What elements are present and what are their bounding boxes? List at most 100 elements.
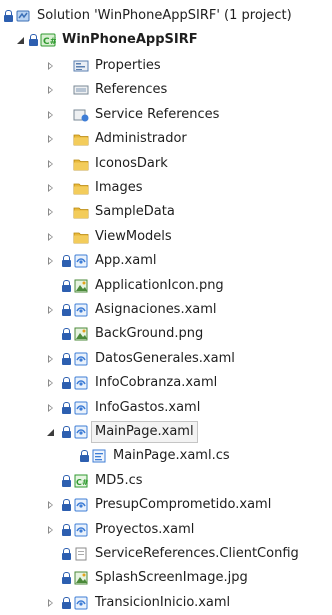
tree-item-label: BackGround.png [95, 326, 204, 342]
tree-item-label: ViewModels [95, 228, 172, 244]
image-file-icon [73, 278, 89, 294]
expanded-arrow-icon[interactable] [46, 427, 56, 437]
xaml-file-icon [73, 375, 89, 391]
tree-item[interactable]: PresupComprometido.xaml [46, 493, 332, 517]
tree-item-label: TransicionInicio.xaml [95, 594, 231, 610]
config-file-icon [73, 546, 89, 562]
tree-item[interactable]: C# MD5.cs [46, 469, 332, 493]
properties-icon [73, 58, 89, 74]
tree-item-label: PresupComprometido.xaml [95, 497, 272, 513]
solution-icon [15, 8, 31, 24]
tree-item[interactable]: ServiceReferences.ClientConfig [46, 542, 332, 566]
tree-item-label: SplashScreenImage.jpg [95, 570, 248, 586]
references-icon [73, 82, 89, 98]
collapsed-arrow-icon[interactable] [46, 85, 56, 95]
lock-icon [62, 304, 71, 316]
image-file-icon [73, 326, 89, 342]
tree-item-label: MainPage.xaml.cs [113, 448, 230, 464]
collapsed-arrow-icon[interactable] [46, 525, 56, 535]
tree-item[interactable]: MainPage.xaml.cs [58, 444, 332, 468]
lock-icon [4, 10, 13, 22]
collapsed-arrow-icon[interactable] [46, 305, 56, 315]
folder-icon [73, 156, 89, 172]
collapsed-arrow-icon[interactable] [46, 61, 56, 71]
collapsed-arrow-icon[interactable] [46, 134, 56, 144]
tree-item-label: Administrador [95, 131, 187, 147]
tree-item[interactable]: DatosGenerales.xaml [46, 347, 332, 371]
csharp-file-icon: C# [73, 473, 89, 489]
solution-row[interactable]: Solution 'WinPhoneAppSIRF' (1 project) [4, 4, 332, 28]
collapsed-arrow-icon[interactable] [46, 354, 56, 364]
tree-item-label: Service References [95, 106, 220, 122]
tree-item[interactable]: BackGround.png [46, 322, 332, 346]
tree-item-label: InfoGastos.xaml [95, 399, 201, 415]
tree-item-label: Proyectos.xaml [95, 521, 195, 537]
tree-item[interactable]: MainPage.xaml [46, 420, 332, 444]
lock-icon [62, 328, 71, 341]
xaml-file-icon [73, 522, 89, 538]
tree-item-label: SampleData [95, 204, 175, 220]
lock-icon [80, 450, 89, 463]
tree-item[interactable]: ViewModels [46, 225, 332, 249]
tree-item[interactable]: InfoGastos.xaml [46, 396, 332, 420]
tree-item[interactable]: SampleData [46, 200, 332, 224]
tree-item[interactable]: Asignaciones.xaml [46, 298, 332, 322]
folder-icon [73, 229, 89, 245]
xaml-file-icon [73, 497, 89, 513]
collapsed-arrow-icon[interactable] [46, 207, 56, 217]
tree-item[interactable]: Images [46, 176, 332, 200]
lock-icon [62, 352, 71, 365]
collapsed-arrow-icon[interactable] [46, 183, 56, 193]
tree-item-label: MD5.cs [95, 472, 143, 488]
tree-item-label: IconosDark [95, 155, 168, 171]
tree-item-label: Asignaciones.xaml [95, 302, 217, 317]
tree-item-label: InfoCobranza.xaml [95, 375, 218, 391]
tree-item[interactable]: Administrador [46, 127, 332, 151]
tree-item-label: References [95, 82, 168, 98]
solution-label: Solution 'WinPhoneAppSIRF' (1 project) [37, 8, 292, 23]
lock-icon [29, 34, 38, 46]
collapsed-arrow-icon[interactable] [46, 159, 56, 169]
xaml-file-icon [73, 351, 89, 367]
tree-item[interactable]: App.xaml [46, 249, 332, 273]
tree-item[interactable]: IconosDark [46, 152, 332, 176]
collapsed-arrow-icon[interactable] [46, 500, 56, 510]
tree-item-label: MainPage.xaml [91, 421, 198, 443]
tree-item-label: Images [95, 180, 143, 195]
xaml-file-icon [73, 424, 89, 440]
collapsed-arrow-icon[interactable] [46, 403, 56, 413]
folder-icon [73, 131, 89, 147]
collapsed-arrow-icon[interactable] [46, 256, 56, 266]
lock-icon [62, 401, 71, 414]
tree-item[interactable]: Service References [46, 103, 332, 127]
svg-text:C#: C# [43, 37, 56, 47]
tree-item[interactable]: InfoCobranza.xaml [46, 371, 332, 395]
expanded-arrow-icon[interactable] [16, 35, 26, 45]
tree-item[interactable]: SplashScreenImage.jpg [46, 566, 332, 590]
collapsed-arrow-icon[interactable] [46, 378, 56, 388]
tree-item[interactable]: Properties [46, 54, 332, 78]
lock-icon [62, 279, 71, 292]
tree-item-label: ApplicationIcon.png [95, 277, 224, 293]
collapsed-arrow-icon[interactable] [46, 110, 56, 120]
collapsed-arrow-icon[interactable] [46, 232, 56, 242]
tree-item[interactable]: References [46, 78, 332, 102]
lock-icon [62, 523, 71, 536]
lock-icon [62, 548, 71, 560]
lock-icon [62, 499, 71, 512]
lock-icon [62, 377, 71, 390]
service-references-icon [73, 107, 89, 123]
tree-item[interactable]: TransicionInicio.xaml [46, 591, 332, 615]
collapsed-arrow-icon[interactable] [46, 598, 56, 608]
image-file-icon [73, 570, 89, 586]
tree-item[interactable]: ApplicationIcon.png [46, 274, 332, 298]
folder-icon [73, 180, 89, 196]
lock-icon [62, 474, 71, 487]
xaml-file-icon [73, 302, 89, 318]
tree-item[interactable]: Proyectos.xaml [46, 518, 332, 542]
folder-icon [73, 204, 89, 220]
csharp-project-icon: C# [40, 32, 57, 48]
tree-item-label: DatosGenerales.xaml [95, 350, 235, 366]
project-row[interactable]: C# WinPhoneAppSIRF [16, 28, 332, 52]
xaml-file-icon [73, 400, 89, 416]
